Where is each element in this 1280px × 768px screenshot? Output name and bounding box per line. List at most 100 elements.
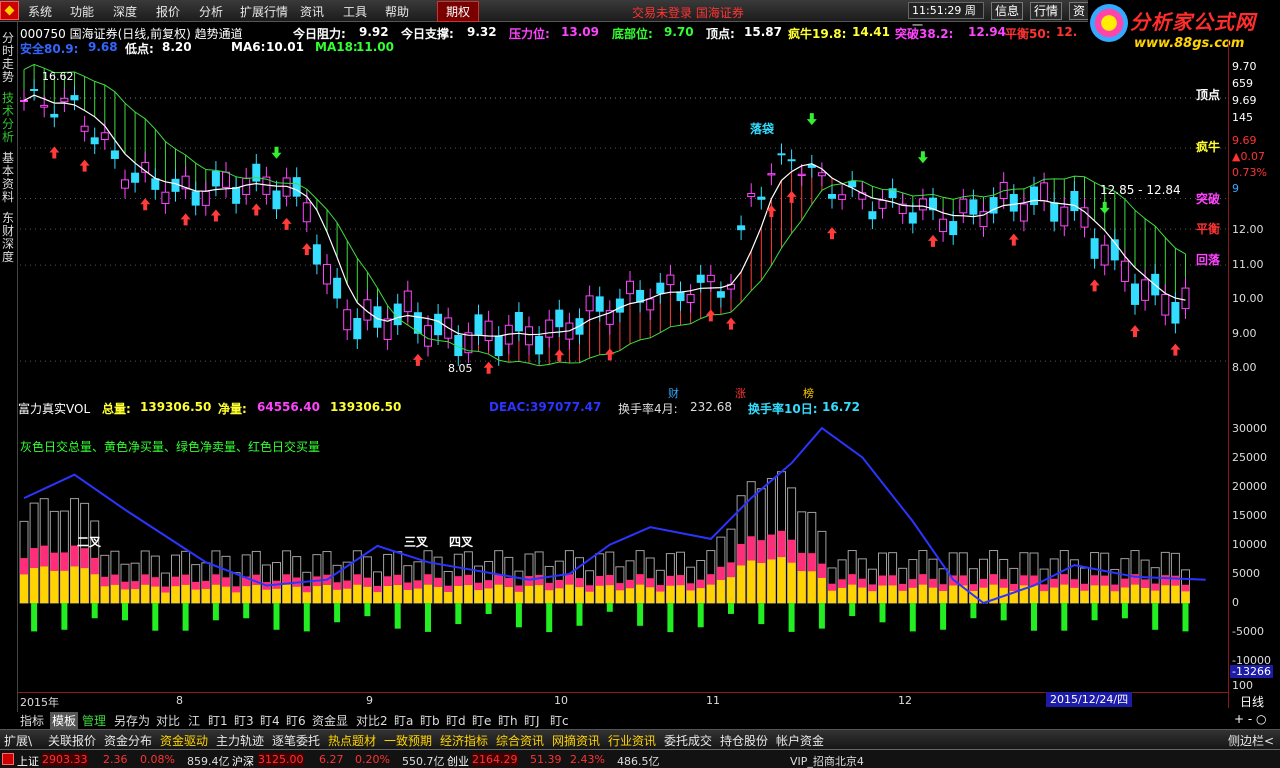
buy-arrow-icon: [554, 349, 565, 362]
candle-body: [393, 303, 402, 326]
vol-net-bar: [636, 584, 645, 603]
tb-watch-3[interactable]: 盯3: [234, 712, 254, 729]
marker-rank[interactable]: 榜: [803, 385, 814, 401]
vol-net-bar: [353, 584, 362, 603]
candlesticks: [20, 79, 1190, 366]
hs-amount: 550.7亿: [402, 755, 445, 768]
sell-arrow-icon: [1099, 201, 1110, 214]
tb-watch-h[interactable]: 盯h: [498, 712, 518, 729]
candle-body: [484, 320, 493, 342]
tb2-hot-topics[interactable]: 热点题材: [328, 732, 376, 749]
cy-amount: 486.5亿: [617, 755, 660, 768]
candle-body: [1030, 186, 1038, 206]
date-label-aug: 8: [176, 694, 183, 707]
tb-save-as[interactable]: 另存为: [114, 712, 150, 729]
axis-value-4: 145: [1232, 111, 1253, 124]
vol-net-bar: [434, 586, 443, 603]
vol-sell-bar: [1121, 603, 1128, 619]
vol-net-bar: [585, 591, 594, 603]
period-selector[interactable]: 日线: [1240, 693, 1264, 710]
candle-body: [272, 190, 281, 210]
vol-net-bar: [191, 589, 200, 603]
tb2-orders[interactable]: 委托成交: [664, 732, 712, 749]
tb2-fund-drive[interactable]: 资金驱动: [160, 732, 208, 749]
tb-watch-d[interactable]: 盯d: [446, 712, 466, 729]
candle-body: [403, 290, 412, 313]
buy-arrow-icon: [726, 317, 736, 330]
vol-net-bar: [343, 588, 352, 603]
vol-sell-bar: [909, 603, 916, 632]
vol-net-bar: [30, 568, 39, 603]
buy-arrow-icon: [604, 348, 615, 361]
vol-sell-bar: [728, 603, 734, 614]
tb2-positions[interactable]: 持仓股份: [720, 732, 768, 749]
tb2-tick-order[interactable]: 逐笔委托: [272, 732, 320, 749]
tb2-industry-news[interactable]: 行业资讯: [608, 732, 656, 749]
tb2-consensus[interactable]: 一致预期: [384, 732, 432, 749]
tb-compare-2[interactable]: 对比2: [356, 712, 388, 729]
hs-change: 6.27: [319, 753, 344, 766]
vol-net-bar: [656, 591, 665, 603]
high-price-label: 16.62: [42, 70, 74, 83]
tb-watch-1[interactable]: 盯1: [208, 712, 228, 729]
candle-body: [525, 326, 533, 346]
vol-sell-bar: [455, 603, 462, 625]
buy-arrow-icon: [1130, 325, 1140, 338]
trend-channel-band: [23, 64, 1186, 366]
tb-fund-display[interactable]: 资金显: [312, 712, 348, 729]
tb2-general-news[interactable]: 综合资讯: [496, 732, 544, 749]
tb-indicator[interactable]: 指标: [20, 712, 44, 729]
marker-rise[interactable]: 涨: [735, 385, 746, 401]
tb-watch-b[interactable]: 盯b: [420, 712, 440, 729]
vol-net-bar: [706, 584, 715, 603]
vol-axis-30000: 30000: [1232, 422, 1267, 435]
tb-watch-6[interactable]: 盯6: [286, 712, 306, 729]
tb-watch-c[interactable]: 盯c: [550, 712, 569, 729]
vol-axis-15000: 15000: [1232, 509, 1267, 522]
tb2-related-quotes[interactable]: 关联报价: [48, 732, 96, 749]
candle-body: [434, 313, 443, 336]
candle-body: [353, 318, 362, 340]
vol-sell-bar: [940, 603, 947, 630]
tb-compare[interactable]: 对比: [156, 712, 180, 729]
vol-axis-unit: 100: [1232, 679, 1253, 692]
buy-arrow-icon: [928, 234, 938, 247]
tb-watch-a[interactable]: 盯a: [394, 712, 413, 729]
vol-net-bar: [535, 585, 544, 603]
vol-net-bar: [737, 565, 746, 603]
tb-watch-j[interactable]: 盯J: [524, 712, 540, 729]
tb-watch-4[interactable]: 盯4: [260, 712, 280, 729]
candle-body: [343, 309, 352, 331]
vol-net-bar: [141, 584, 150, 603]
candle-body: [949, 221, 958, 236]
vol-net-bar: [807, 571, 816, 603]
tb2-web-digest[interactable]: 网摘资讯: [552, 732, 600, 749]
zoom-controls[interactable]: + - ○: [1234, 712, 1266, 726]
chart-canvas[interactable]: [0, 0, 1280, 768]
candle-body: [1090, 238, 1099, 259]
vol-net-bar: [1171, 585, 1180, 603]
sidebar-toggle[interactable]: 侧边栏<: [1228, 732, 1274, 749]
tb2-account-funds[interactable]: 帐户资金: [776, 732, 824, 749]
hs-index: 3125.00: [258, 753, 304, 766]
cy-change: 51.39: [530, 753, 562, 766]
vol-net-bar: [1100, 585, 1109, 603]
vol-sell-bar: [970, 603, 977, 619]
tb-watch-e[interactable]: 盯e: [472, 712, 491, 729]
tb2-fund-distribution[interactable]: 资金分布: [104, 732, 152, 749]
level-balance: 平衡: [1196, 222, 1221, 236]
tb-manage[interactable]: 管理: [82, 712, 106, 729]
tb-template[interactable]: 模板: [50, 712, 79, 729]
marker-finance[interactable]: 财: [668, 385, 679, 401]
level-top: 顶点: [1196, 88, 1221, 102]
candle-body: [918, 198, 927, 211]
candle-body: [121, 179, 129, 189]
candle-body: [70, 95, 79, 101]
candle-body: [737, 225, 746, 231]
date-label-oct: 10: [554, 694, 568, 707]
tb2-extend[interactable]: 扩展\: [4, 732, 32, 749]
tb-jiang[interactable]: 江: [188, 712, 200, 729]
tb2-main-track[interactable]: 主力轨迹: [216, 732, 264, 749]
candle-body: [959, 198, 968, 214]
tb2-economic-indicators[interactable]: 经济指标: [440, 732, 488, 749]
